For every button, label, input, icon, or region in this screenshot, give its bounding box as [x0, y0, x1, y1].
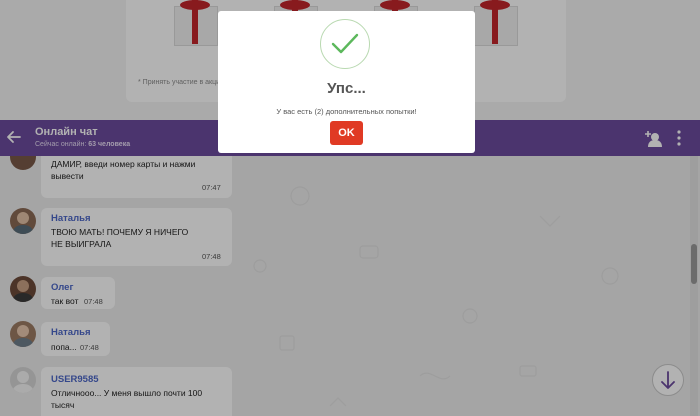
ok-button[interactable]: OK — [330, 121, 363, 145]
success-circle — [320, 19, 370, 69]
modal-message: У вас есть (2) дополнительных попытки! — [276, 107, 417, 116]
check-icon — [331, 33, 359, 54]
modal-title: Упс... — [327, 80, 366, 97]
